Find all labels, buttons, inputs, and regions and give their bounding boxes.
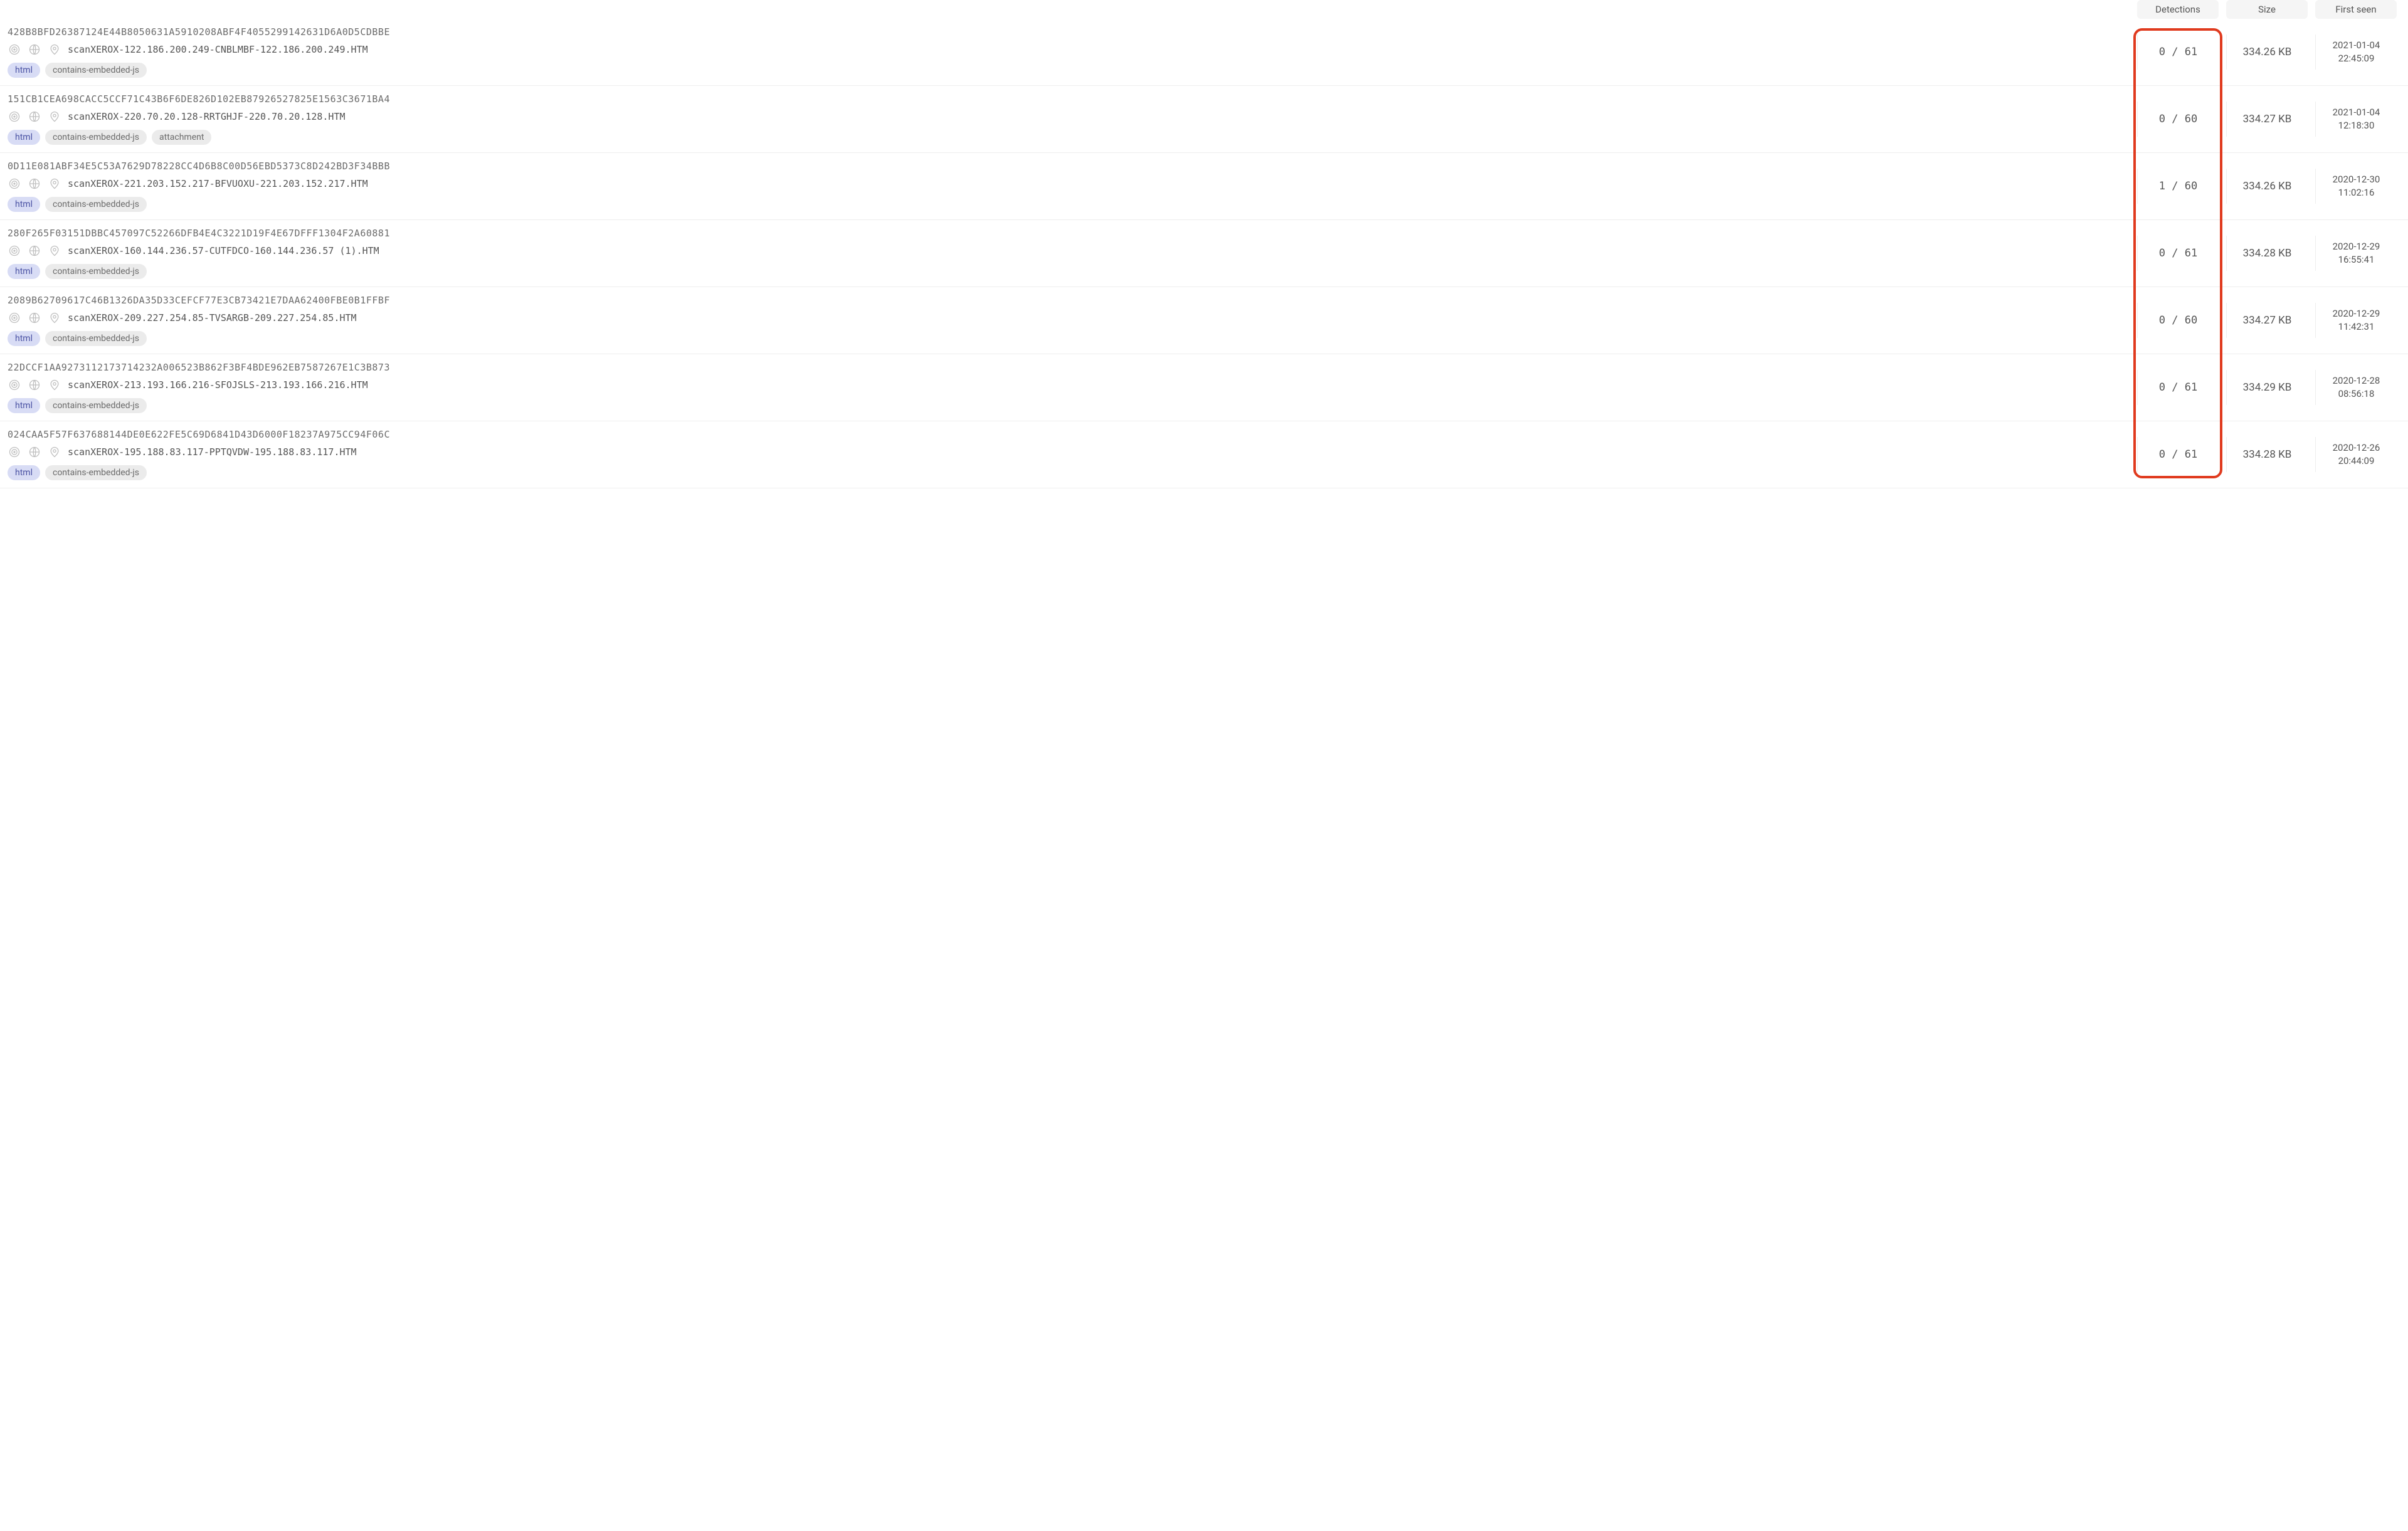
tag-contains-embedded-js[interactable]: contains-embedded-js bbox=[45, 63, 147, 78]
target-icon[interactable] bbox=[8, 311, 21, 325]
pin-icon[interactable] bbox=[48, 311, 61, 325]
column-header-detections[interactable]: Detections bbox=[2137, 0, 2219, 19]
globe-icon[interactable] bbox=[28, 244, 41, 258]
cell-size: 334.28 KB bbox=[2226, 437, 2308, 472]
globe-icon[interactable] bbox=[28, 43, 41, 56]
file-name[interactable]: scanXEROX-122.186.200.249-CNBLMBF-122.18… bbox=[68, 44, 368, 55]
target-icon[interactable] bbox=[8, 244, 21, 258]
pin-icon[interactable] bbox=[48, 43, 61, 56]
cell-first-seen: 2020-12-3011:02:16 bbox=[2315, 169, 2397, 204]
tag-contains-embedded-js[interactable]: contains-embedded-js bbox=[45, 398, 147, 413]
file-name[interactable]: scanXEROX-221.203.152.217-BFVUOXU-221.20… bbox=[68, 178, 368, 189]
target-icon[interactable] bbox=[8, 43, 21, 56]
cell-size: 334.27 KB bbox=[2226, 102, 2308, 137]
pin-icon[interactable] bbox=[48, 445, 61, 459]
cell-size: 334.29 KB bbox=[2226, 370, 2308, 405]
file-hash[interactable]: 0D11E081ABF34E5C53A7629D78228CC4D6B8C00D… bbox=[8, 160, 2133, 172]
file-name[interactable]: scanXEROX-220.70.20.128-RRTGHJF-220.70.2… bbox=[68, 111, 346, 122]
table-row[interactable]: 22DCCF1AA9273112173714232A006523B862F3BF… bbox=[0, 354, 2408, 421]
first-seen-date: 2020-12-28 bbox=[2333, 374, 2380, 387]
cell-size: 334.28 KB bbox=[2226, 236, 2308, 271]
globe-icon[interactable] bbox=[28, 311, 41, 325]
first-seen-time: 16:55:41 bbox=[2338, 253, 2375, 266]
table-row[interactable]: 0D11E081ABF34E5C53A7629D78228CC4D6B8C00D… bbox=[0, 153, 2408, 220]
target-icon[interactable] bbox=[8, 110, 21, 124]
file-hash[interactable]: 151CB1CEA698CACC5CCF71C43B6F6DE826D102EB… bbox=[8, 93, 2133, 105]
first-seen-date: 2020-12-29 bbox=[2333, 307, 2380, 320]
cell-detections: 0 / 60 bbox=[2137, 303, 2219, 338]
tag-attachment[interactable]: attachment bbox=[152, 130, 211, 145]
file-name[interactable]: scanXEROX-209.227.254.85-TVSARGB-209.227… bbox=[68, 312, 357, 324]
globe-icon[interactable] bbox=[28, 177, 41, 191]
first-seen-time: 11:42:31 bbox=[2338, 320, 2375, 334]
tag-contains-embedded-js[interactable]: contains-embedded-js bbox=[45, 331, 147, 346]
table-row[interactable]: 024CAA5F57F637688144DE0E622FE5C69D6841D4… bbox=[0, 421, 2408, 488]
first-seen-time: 11:02:16 bbox=[2338, 186, 2375, 199]
first-seen-time: 20:44:09 bbox=[2338, 455, 2375, 468]
table-row[interactable]: 2089B62709617C46B1326DA35D33CEFCF77E3CB7… bbox=[0, 287, 2408, 354]
cell-first-seen: 2020-12-2808:56:18 bbox=[2315, 370, 2397, 405]
pin-icon[interactable] bbox=[48, 244, 61, 258]
first-seen-time: 08:56:18 bbox=[2338, 387, 2375, 401]
file-name[interactable]: scanXEROX-195.188.83.117-PPTQVDW-195.188… bbox=[68, 446, 357, 458]
table-row[interactable]: 280F265F03151DBBC457097C52266DFB4E4C3221… bbox=[0, 220, 2408, 287]
tag-html[interactable]: html bbox=[8, 130, 40, 145]
cell-first-seen: 2020-12-2620:44:09 bbox=[2315, 437, 2397, 472]
tag-contains-embedded-js[interactable]: contains-embedded-js bbox=[45, 264, 147, 279]
first-seen-time: 12:18:30 bbox=[2338, 119, 2375, 132]
first-seen-date: 2020-12-30 bbox=[2333, 173, 2380, 186]
tag-html[interactable]: html bbox=[8, 465, 40, 480]
cell-detections: 0 / 60 bbox=[2137, 102, 2219, 137]
cell-detections: 0 / 61 bbox=[2137, 34, 2219, 70]
first-seen-date: 2021-01-04 bbox=[2333, 39, 2380, 52]
cell-first-seen: 2020-12-2916:55:41 bbox=[2315, 236, 2397, 271]
file-hash[interactable]: 280F265F03151DBBC457097C52266DFB4E4C3221… bbox=[8, 228, 2133, 239]
cell-size: 334.26 KB bbox=[2226, 34, 2308, 70]
globe-icon[interactable] bbox=[28, 445, 41, 459]
first-seen-date: 2020-12-29 bbox=[2333, 240, 2380, 253]
target-icon[interactable] bbox=[8, 378, 21, 392]
cell-detections: 1 / 60 bbox=[2137, 169, 2219, 204]
column-header-size[interactable]: Size bbox=[2226, 0, 2308, 19]
file-name[interactable]: scanXEROX-160.144.236.57-CUTFDCO-160.144… bbox=[68, 245, 379, 256]
tag-contains-embedded-js[interactable]: contains-embedded-js bbox=[45, 130, 147, 145]
pin-icon[interactable] bbox=[48, 177, 61, 191]
target-icon[interactable] bbox=[8, 445, 21, 459]
file-hash[interactable]: 024CAA5F57F637688144DE0E622FE5C69D6841D4… bbox=[8, 429, 2133, 440]
cell-detections: 0 / 61 bbox=[2137, 370, 2219, 405]
tag-html[interactable]: html bbox=[8, 331, 40, 346]
cell-detections: 0 / 61 bbox=[2137, 236, 2219, 271]
first-seen-date: 2020-12-26 bbox=[2333, 441, 2380, 455]
tag-html[interactable]: html bbox=[8, 398, 40, 413]
column-header-first-seen[interactable]: First seen bbox=[2315, 0, 2397, 19]
cell-size: 334.26 KB bbox=[2226, 169, 2308, 204]
pin-icon[interactable] bbox=[48, 378, 61, 392]
cell-first-seen: 2020-12-2911:42:31 bbox=[2315, 303, 2397, 338]
tag-html[interactable]: html bbox=[8, 197, 40, 212]
target-icon[interactable] bbox=[8, 177, 21, 191]
tag-contains-embedded-js[interactable]: contains-embedded-js bbox=[45, 465, 147, 480]
cell-first-seen: 2021-01-0412:18:30 bbox=[2315, 102, 2397, 137]
cell-detections: 0 / 61 bbox=[2137, 437, 2219, 472]
table-row[interactable]: 428B8BFD26387124E44B8050631A5910208ABF4F… bbox=[0, 19, 2408, 86]
table-header: Detections Size First seen bbox=[0, 0, 2408, 19]
file-name[interactable]: scanXEROX-213.193.166.216-SFOJSLS-213.19… bbox=[68, 379, 368, 391]
globe-icon[interactable] bbox=[28, 110, 41, 124]
file-hash[interactable]: 2089B62709617C46B1326DA35D33CEFCF77E3CB7… bbox=[8, 295, 2133, 306]
tag-html[interactable]: html bbox=[8, 264, 40, 279]
cell-size: 334.27 KB bbox=[2226, 303, 2308, 338]
file-hash[interactable]: 22DCCF1AA9273112173714232A006523B862F3BF… bbox=[8, 362, 2133, 373]
globe-icon[interactable] bbox=[28, 378, 41, 392]
tag-html[interactable]: html bbox=[8, 63, 40, 78]
cell-first-seen: 2021-01-0422:45:09 bbox=[2315, 34, 2397, 70]
table-row[interactable]: 151CB1CEA698CACC5CCF71C43B6F6DE826D102EB… bbox=[0, 86, 2408, 153]
tag-contains-embedded-js[interactable]: contains-embedded-js bbox=[45, 197, 147, 212]
file-hash[interactable]: 428B8BFD26387124E44B8050631A5910208ABF4F… bbox=[8, 26, 2133, 38]
first-seen-date: 2021-01-04 bbox=[2333, 106, 2380, 119]
first-seen-time: 22:45:09 bbox=[2338, 52, 2375, 65]
pin-icon[interactable] bbox=[48, 110, 61, 124]
